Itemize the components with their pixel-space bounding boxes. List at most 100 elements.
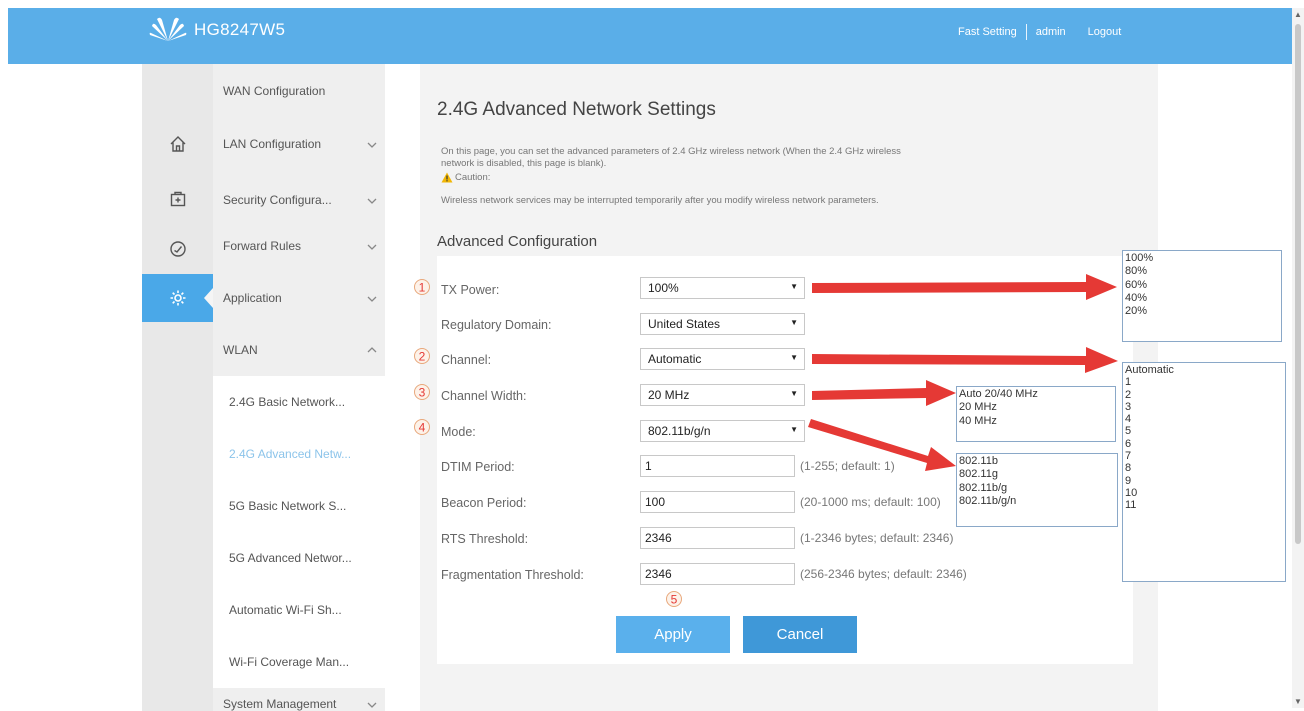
dtim-period-input[interactable]: 1 [640,455,795,477]
dropdown-caret-icon: ▼ [790,353,798,362]
tx-power-option[interactable]: 20% [1125,305,1281,318]
scroll-down-icon[interactable]: ▼ [1294,697,1302,706]
mode-option[interactable]: 802.11b [959,455,1117,468]
channel-option[interactable]: 6 [1125,438,1285,450]
beacon-period-hint: (20-1000 ms; default: 100) [800,495,941,509]
channel-width-option[interactable]: 20 MHz [959,401,1115,414]
channel-option[interactable]: 9 [1125,475,1285,487]
mode-option[interactable]: 802.11b/g [959,482,1117,495]
logout-link[interactable]: Logout [1088,26,1122,38]
gauge-icon [169,241,186,257]
sidebar-subitem-label: 5G Advanced Networ... [229,551,352,565]
mode-select[interactable]: 802.11b/g/n ▼ [640,420,805,442]
fragmentation-threshold-input[interactable]: 2346 [640,563,795,585]
annotation-number-text: 1 [419,281,426,295]
sidebar-item-label: System Management [223,697,337,711]
sidebar-subitem-label: 2.4G Basic Network... [229,395,346,409]
dtim-period-label: DTIM Period: [441,460,515,474]
channel-option[interactable]: 8 [1125,462,1285,474]
channel-option[interactable]: 11 [1125,499,1285,511]
channel-option[interactable]: 10 [1125,487,1285,499]
channel-value: Automatic [648,352,702,366]
scroll-up-icon[interactable]: ▲ [1294,10,1302,19]
channel-option[interactable]: Automatic [1125,364,1285,376]
sidebar-subitem-label: 2.4G Advanced Netw... [229,447,352,461]
nav-toolbox[interactable] [142,177,213,221]
sidebar-subitem-wifi-coverage[interactable]: Wi-Fi Coverage Man... [213,636,385,688]
regulatory-domain-select[interactable]: United States ▼ [640,313,805,335]
description-line: On this page, you can set the advanced p… [441,146,901,157]
annotation-number-3: 3 [414,384,430,400]
divider [1025,24,1027,40]
caution-label: Caution: [441,172,490,183]
channel-label: Channel: [441,353,492,367]
channel-option[interactable]: 4 [1125,413,1285,425]
dropdown-caret-icon: ▼ [790,425,798,434]
sidebar-item-label: Security Configura... [223,193,332,207]
rts-threshold-input[interactable]: 2346 [640,527,795,549]
nav-icon-column [142,64,213,711]
tx-power-label: TX Power: [441,283,500,297]
sidebar-item-label: WLAN [223,343,258,357]
sidebar-subitem-5g-advanced[interactable]: 5G Advanced Networ... [213,532,385,584]
tx-power-select[interactable]: 100% ▼ [640,277,805,299]
mode-options-list: 802.11b 802.11g 802.11b/g 802.11b/g/n [956,453,1118,527]
nav-application[interactable] [142,274,213,322]
description-line: network is disabled, this page is blank)… [441,158,607,169]
channel-width-option[interactable]: 40 MHz [959,415,1115,428]
fragmentation-threshold-label: Fragmentation Threshold: [441,568,584,582]
tx-power-option[interactable]: 100% [1125,252,1281,265]
sidebar-subitem-5g-basic[interactable]: 5G Basic Network S... [213,480,385,532]
annotation-number-1: 1 [414,279,430,295]
tx-power-options-list: 100% 80% 60% 40% 20% [1122,250,1282,342]
caution-text: Caution: [455,172,491,183]
sidebar-subitem-auto-wifi[interactable]: Automatic Wi-Fi Sh... [213,584,385,636]
tx-power-option[interactable]: 80% [1125,265,1281,278]
regulatory-domain-label: Regulatory Domain: [441,318,552,332]
sidebar-subitem-24g-basic[interactable]: 2.4G Basic Network... [213,376,385,428]
gear-icon [170,290,185,306]
annotation-number-text: 5 [671,593,678,607]
cancel-button[interactable]: Cancel [743,616,857,653]
channel-option[interactable]: 7 [1125,450,1285,462]
beacon-period-label: Beacon Period: [441,496,527,510]
mode-option[interactable]: 802.11b/g/n [959,495,1117,508]
nav-gauge[interactable] [142,227,213,271]
chevron-down-icon [367,198,377,204]
channel-select[interactable]: Automatic ▼ [640,348,805,370]
channel-option[interactable]: 3 [1125,401,1285,413]
tx-power-option[interactable]: 40% [1125,292,1281,305]
sidebar-subitem-label: Automatic Wi-Fi Sh... [229,603,342,617]
channel-width-option[interactable]: Auto 20/40 MHz [959,388,1115,401]
channel-option[interactable]: 1 [1125,376,1285,388]
sidebar-item-label: WAN Configuration [223,84,326,98]
mode-option[interactable]: 802.11g [959,468,1117,481]
caution-description: Wireless network services may be interru… [441,195,879,206]
sidebar-subitem-24g-advanced[interactable]: 2.4G Advanced Netw... [213,428,385,480]
dropdown-caret-icon: ▼ [790,282,798,291]
apply-button[interactable]: Apply [616,616,730,653]
tx-power-option[interactable]: 60% [1125,279,1281,292]
fast-setting-link[interactable]: Fast Setting [958,26,1017,38]
scroll-thumb[interactable] [1295,24,1301,544]
home-icon [170,136,185,152]
chevron-down-icon [367,702,377,708]
section-title: Advanced Configuration [437,233,598,250]
annotation-number-text: 4 [419,421,426,435]
channel-option[interactable]: 5 [1125,425,1285,437]
top-links: Fast Setting admin Logout [958,24,1121,40]
annotation-number-4: 4 [414,419,430,435]
beacon-period-input[interactable]: 100 [640,491,795,513]
regulatory-domain-value: United States [648,317,721,331]
channel-option[interactable]: 2 [1125,389,1285,401]
channel-width-label: Channel Width: [441,389,527,403]
nav-home[interactable] [142,122,213,166]
sidebar-item-label: Forward Rules [223,239,302,253]
channel-width-select[interactable]: 20 MHz ▼ [640,384,805,406]
channel-options-list: Automatic 1 2 3 4 5 6 7 8 9 10 11 [1122,362,1286,582]
page-scrollbar[interactable]: ▲ ▼ [1292,8,1304,708]
admin-link[interactable]: admin [1036,26,1066,38]
annotation-number-text: 2 [419,350,426,364]
channel-width-options-list: Auto 20/40 MHz 20 MHz 40 MHz [956,386,1116,442]
sidebar-subitem-label: Wi-Fi Coverage Man... [229,655,350,669]
